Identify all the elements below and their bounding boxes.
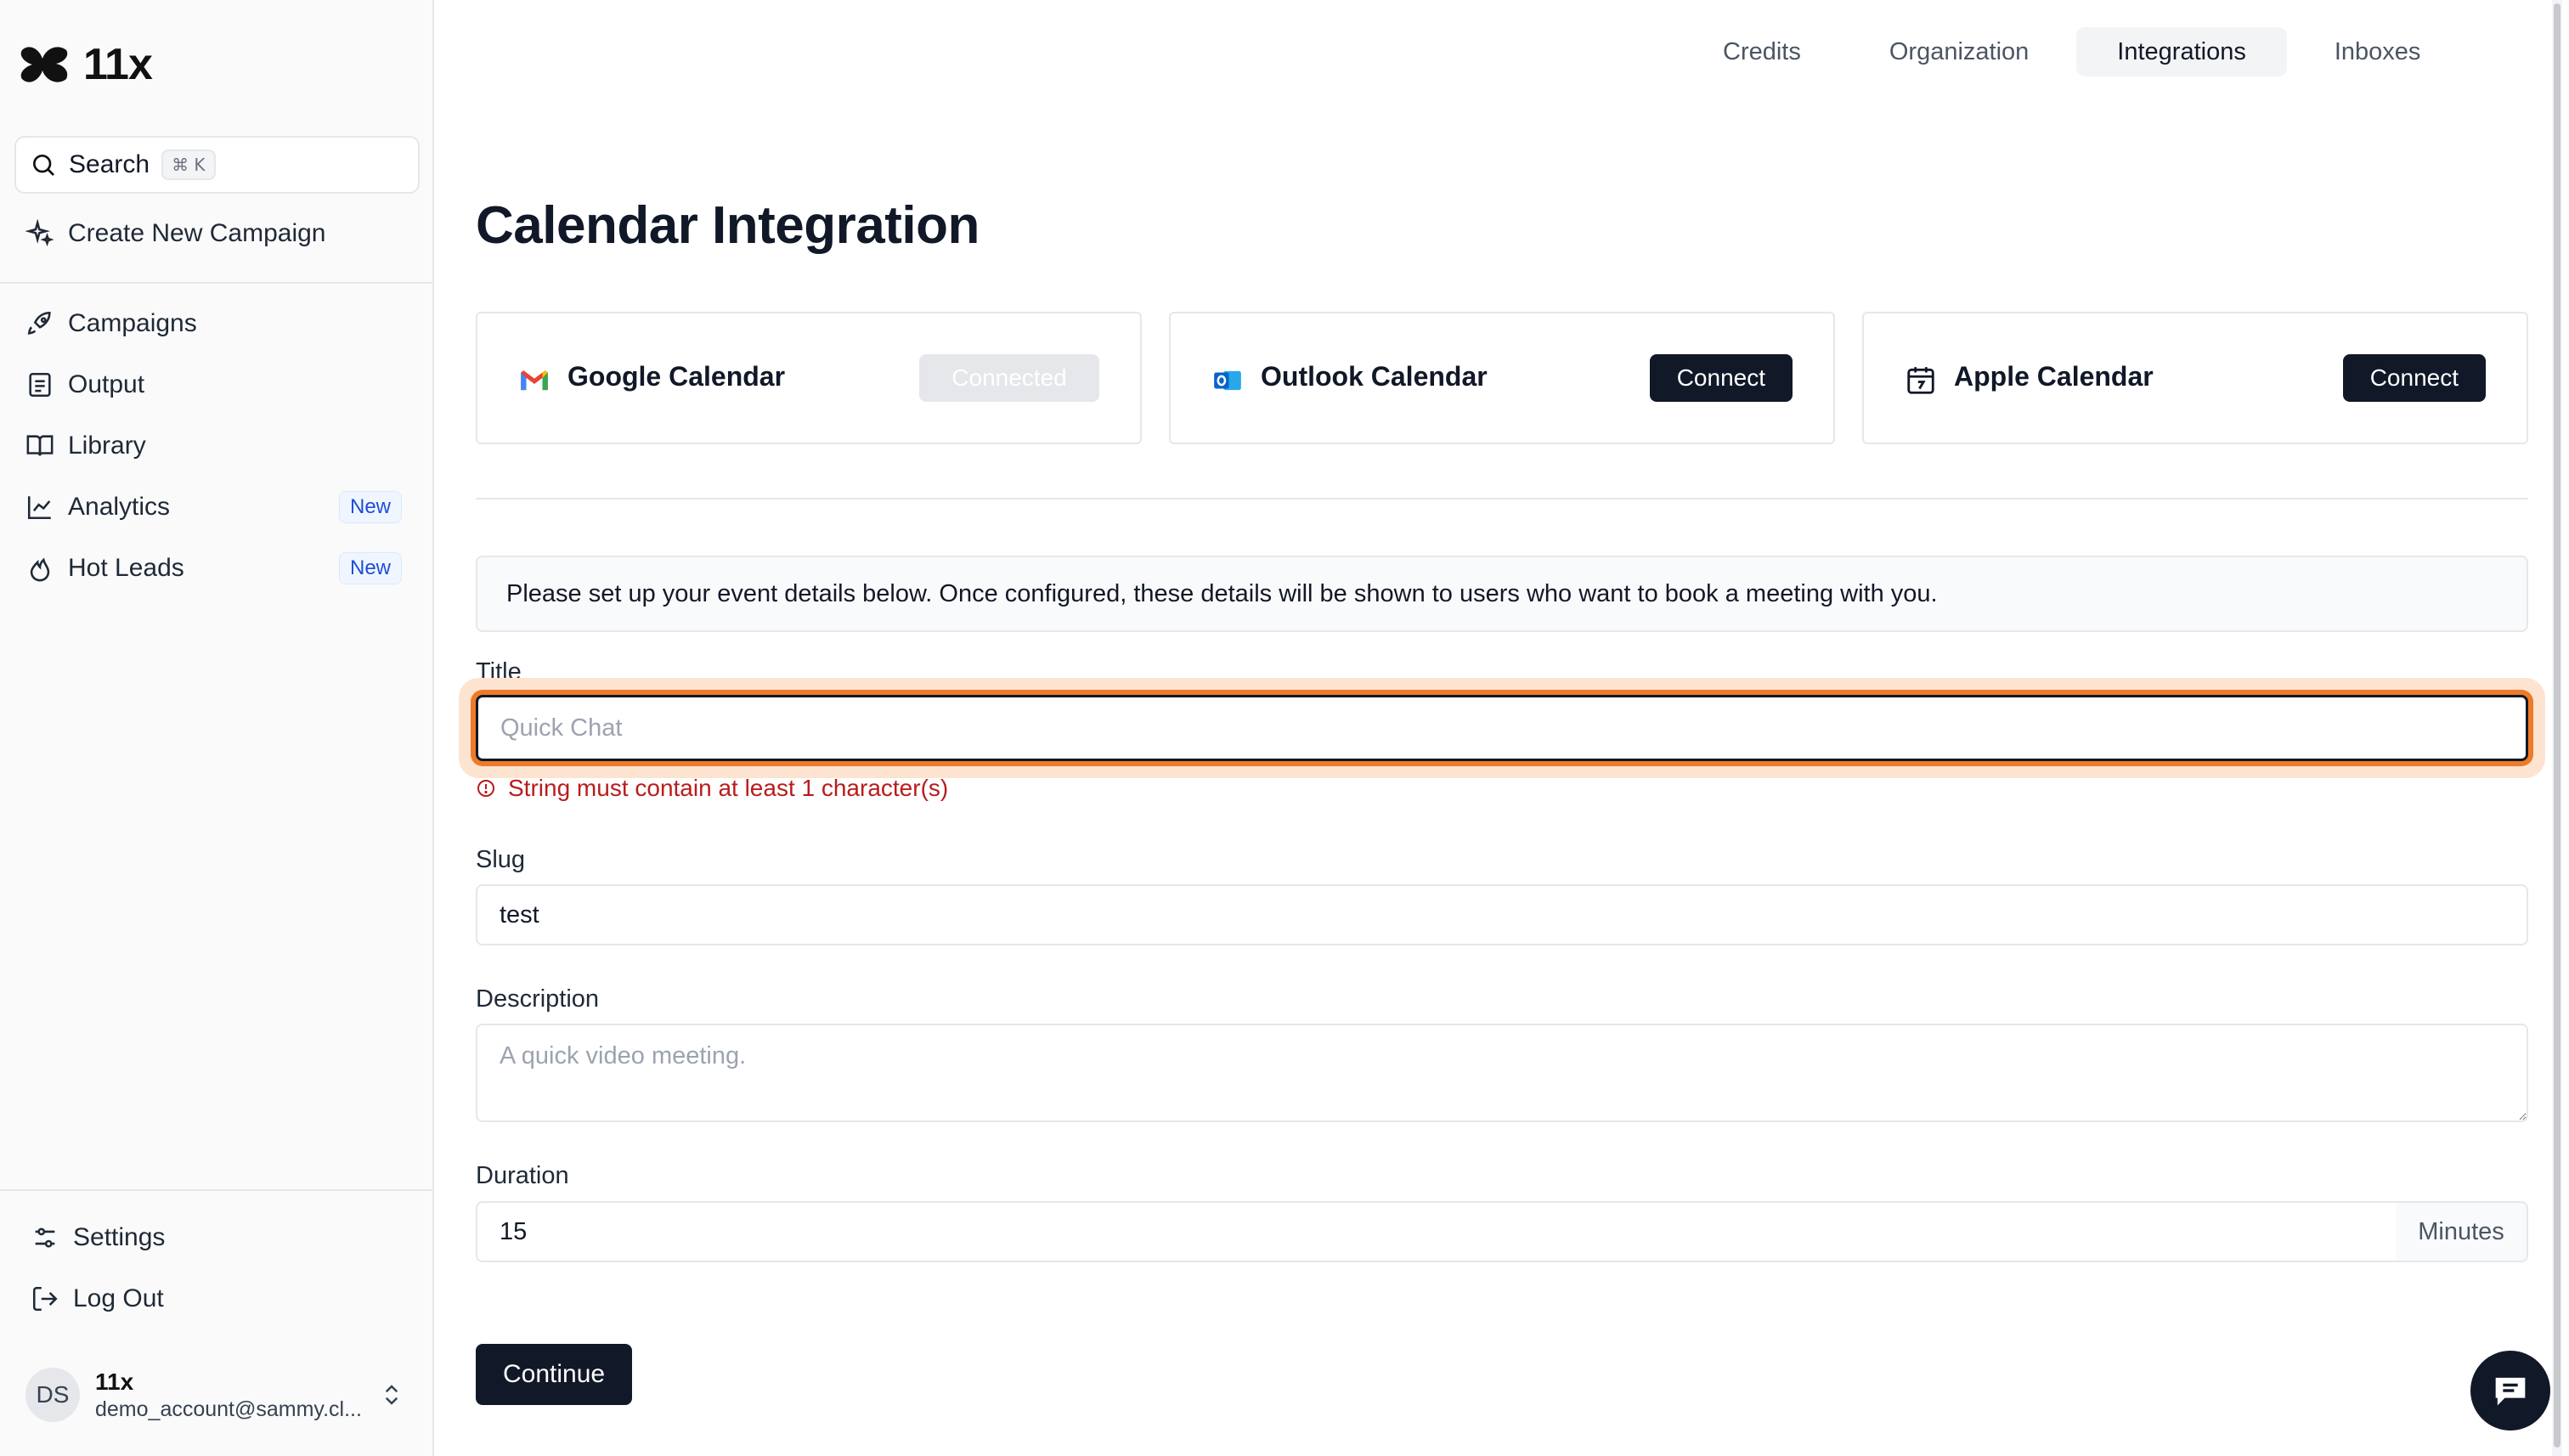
settings-sliders-icon bbox=[35, 1227, 55, 1248]
calendar-name: Google Calendar bbox=[567, 361, 786, 392]
logout-icon bbox=[32, 1286, 58, 1312]
apple-connect-button[interactable]: Connect bbox=[2342, 354, 2486, 402]
google-calendar-card: Google Calendar Connected bbox=[476, 312, 1142, 444]
outlook-connect-button[interactable]: Connect bbox=[1649, 354, 1793, 402]
document-icon bbox=[29, 372, 51, 398]
calendar-name: Apple Calendar bbox=[1954, 361, 2154, 392]
error-text: String must contain at least 1 character… bbox=[508, 775, 949, 801]
create-campaign-label: Create New Campaign bbox=[68, 219, 326, 247]
chart-icon bbox=[27, 496, 51, 520]
chat-icon bbox=[2495, 1377, 2526, 1406]
logo-icon bbox=[20, 47, 68, 82]
sidebar-divider bbox=[0, 282, 434, 284]
alert-circle-icon bbox=[477, 780, 494, 797]
search-shortcut: ⌘ K bbox=[161, 150, 216, 180]
scrollbar-thumb[interactable] bbox=[2554, 3, 2561, 1448]
search-button[interactable]: Search ⌘ K bbox=[14, 136, 420, 194]
sidebar-item-settings[interactable]: Settings bbox=[31, 1223, 165, 1252]
avatar: DS bbox=[25, 1368, 80, 1422]
title-input[interactable] bbox=[476, 695, 2528, 761]
sparkle-icon bbox=[25, 219, 54, 247]
search-label: Search bbox=[69, 150, 150, 178]
book-icon bbox=[26, 435, 54, 456]
sidebar-item-library[interactable]: Library bbox=[25, 432, 146, 460]
logout-button[interactable]: Log Out bbox=[31, 1284, 164, 1313]
description-textarea[interactable] bbox=[476, 1024, 2528, 1122]
sidebar-item-label: Campaigns bbox=[68, 309, 197, 337]
title-label: Title bbox=[476, 658, 522, 686]
page-title: Calendar Integration bbox=[476, 196, 980, 255]
settings-tabs: Credits Organization Integrations Inboxe… bbox=[1682, 27, 2461, 76]
sidebar-item-hot-leads[interactable]: Hot Leads bbox=[25, 554, 184, 583]
slug-input[interactable] bbox=[476, 884, 2528, 945]
google-connected-button: Connected bbox=[919, 354, 1099, 402]
logo-text: 11x bbox=[83, 40, 153, 89]
create-campaign-button[interactable]: Create New Campaign bbox=[25, 219, 325, 248]
duration-input[interactable] bbox=[476, 1201, 2397, 1262]
tab-inboxes[interactable]: Inboxes bbox=[2294, 27, 2462, 76]
sidebar-item-output[interactable]: Output bbox=[25, 370, 144, 399]
chevron-up-down-icon[interactable] bbox=[379, 1380, 404, 1410]
continue-button[interactable]: Continue bbox=[476, 1344, 633, 1405]
apple-calendar-card: Apple Calendar Connect bbox=[1862, 312, 2528, 444]
description-label: Description bbox=[476, 985, 600, 1013]
settings-label: Settings bbox=[73, 1223, 166, 1251]
slug-label: Slug bbox=[476, 846, 526, 873]
sidebar-item-label: Hot Leads bbox=[68, 554, 184, 582]
new-badge: New bbox=[338, 491, 402, 523]
tab-integrations[interactable]: Integrations bbox=[2076, 27, 2287, 76]
logout-label: Log Out bbox=[73, 1284, 164, 1312]
flame-icon bbox=[30, 557, 50, 582]
user-email: demo_account@sammy.cl... bbox=[95, 1397, 362, 1421]
calendar-icon bbox=[1907, 367, 1934, 394]
duration-unit: Minutes bbox=[2396, 1201, 2528, 1262]
gmail-icon bbox=[521, 370, 548, 391]
tab-organization[interactable]: Organization bbox=[1849, 27, 2069, 76]
outlook-icon bbox=[1214, 370, 1241, 391]
info-banner: Please set up your event details below. … bbox=[476, 556, 2528, 632]
calendar-name: Outlook Calendar bbox=[1261, 361, 1488, 392]
section-divider bbox=[476, 498, 2528, 499]
sidebar-item-label: Output bbox=[68, 370, 145, 398]
app-logo[interactable]: 11x bbox=[19, 39, 153, 90]
user-name: 11x bbox=[95, 1368, 134, 1395]
search-icon bbox=[33, 155, 54, 176]
new-badge: New bbox=[338, 552, 402, 584]
user-menu[interactable]: DS 11x demo_account@sammy.cl... bbox=[25, 1368, 362, 1422]
duration-label: Duration bbox=[476, 1162, 569, 1189]
sidebar-item-label: Analytics bbox=[68, 493, 171, 521]
chat-support-button[interactable] bbox=[2470, 1351, 2550, 1431]
sidebar-divider bbox=[0, 1189, 434, 1191]
sidebar-item-campaigns[interactable]: Campaigns bbox=[25, 309, 197, 338]
tab-credits[interactable]: Credits bbox=[1682, 27, 1842, 76]
sidebar: 11x Search ⌘ K Create New Campaign Campa… bbox=[0, 0, 434, 1456]
rocket-icon bbox=[27, 311, 51, 335]
title-error: String must contain at least 1 character… bbox=[476, 775, 948, 802]
outlook-calendar-card: Outlook Calendar Connect bbox=[1169, 312, 1835, 444]
sidebar-item-label: Library bbox=[68, 432, 146, 460]
